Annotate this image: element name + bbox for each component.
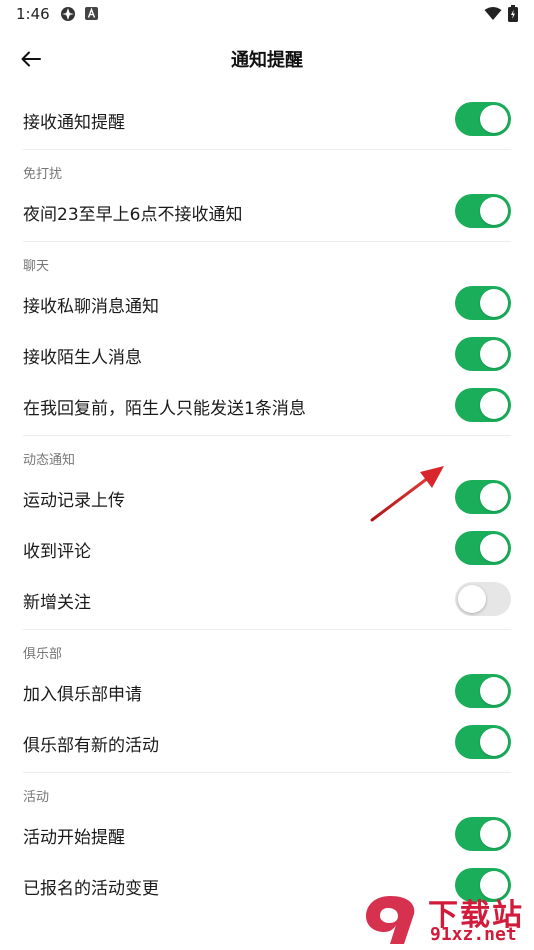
setting-row: 接收通知提醒 xyxy=(0,94,534,145)
setting-row: 接收私聊消息通知 xyxy=(0,278,534,329)
section-club: 俱乐部 加入俱乐部申请 俱乐部有新的活动 xyxy=(0,630,534,773)
setting-label: 接收通知提醒 xyxy=(23,113,125,133)
section-header: 动态通知 xyxy=(0,436,534,472)
section-header-label: 聊天 xyxy=(23,259,50,274)
section-header-label: 免打扰 xyxy=(23,167,63,182)
a-badge-icon xyxy=(85,7,98,20)
app-header: 通知提醒 xyxy=(0,34,534,84)
toggle-switch[interactable] xyxy=(455,725,511,759)
toggle-switch[interactable] xyxy=(455,531,511,565)
section-notifications: 接收通知提醒 xyxy=(0,94,534,150)
toggle-switch[interactable] xyxy=(455,582,511,616)
watermark-domain: 91xz.net xyxy=(430,924,517,945)
section-header: 俱乐部 xyxy=(0,630,534,666)
app-icon xyxy=(61,7,75,21)
status-bar: 1:46 xyxy=(0,0,534,30)
toggle-knob xyxy=(480,289,508,317)
toggle-knob xyxy=(480,197,508,225)
toggle-knob xyxy=(480,677,508,705)
setting-row: 夜间23至早上6点不接收通知 xyxy=(0,186,534,237)
toggle-switch[interactable] xyxy=(455,480,511,514)
setting-row: 俱乐部有新的活动 xyxy=(0,717,534,768)
battery-icon xyxy=(508,5,518,22)
section-header-label: 俱乐部 xyxy=(23,647,63,662)
setting-label: 已报名的活动变更 xyxy=(23,879,159,899)
setting-label: 加入俱乐部申请 xyxy=(23,685,142,705)
setting-row: 新增关注 xyxy=(0,574,534,625)
section-chat: 聊天 接收私聊消息通知 接收陌生人消息 在我回复前，陌生人只能发送1条消息 xyxy=(0,242,534,436)
toggle-knob xyxy=(480,391,508,419)
setting-label: 在我回复前，陌生人只能发送1条消息 xyxy=(23,399,306,419)
setting-label: 新增关注 xyxy=(23,593,91,613)
toggle-knob xyxy=(480,340,508,368)
toggle-switch[interactable] xyxy=(455,102,511,136)
toggle-knob xyxy=(480,534,508,562)
section-activity-notifications: 动态通知 运动记录上传 收到评论 新增关注 xyxy=(0,436,534,630)
setting-row: 收到评论 xyxy=(0,523,534,574)
setting-label: 接收私聊消息通知 xyxy=(23,297,159,317)
setting-row: 接收陌生人消息 xyxy=(0,329,534,380)
toggle-knob xyxy=(480,483,508,511)
setting-label: 收到评论 xyxy=(23,542,91,562)
setting-row: 在我回复前，陌生人只能发送1条消息 xyxy=(0,380,534,431)
setting-label: 运动记录上传 xyxy=(23,491,125,511)
toggle-knob xyxy=(458,585,486,613)
section-do-not-disturb: 免打扰 夜间23至早上6点不接收通知 xyxy=(0,150,534,242)
section-header-label: 活动 xyxy=(23,790,50,805)
toggle-switch[interactable] xyxy=(455,194,511,228)
setting-label: 活动开始提醒 xyxy=(23,828,125,848)
toggle-knob xyxy=(480,728,508,756)
setting-row: 加入俱乐部申请 xyxy=(0,666,534,717)
setting-row: 运动记录上传 xyxy=(0,472,534,523)
setting-label: 俱乐部有新的活动 xyxy=(23,736,159,756)
watermark: 下载站 91xz.net xyxy=(360,890,534,950)
toggle-switch[interactable] xyxy=(455,388,511,422)
settings-list: 接收通知提醒 免打扰 夜间23至早上6点不接收通知 聊天 接收私聊消息通知 接收… xyxy=(0,94,534,911)
toggle-knob xyxy=(480,820,508,848)
toggle-knob xyxy=(480,105,508,133)
section-header: 活动 xyxy=(0,773,534,809)
toggle-switch[interactable] xyxy=(455,337,511,371)
setting-label: 接收陌生人消息 xyxy=(23,348,142,368)
watermark-logo-icon xyxy=(366,896,415,944)
status-time: 1:46 xyxy=(16,5,50,23)
setting-row: 活动开始提醒 xyxy=(0,809,534,860)
wifi-icon xyxy=(484,7,502,20)
toggle-switch[interactable] xyxy=(455,286,511,320)
setting-label: 夜间23至早上6点不接收通知 xyxy=(23,205,243,225)
section-header-label: 动态通知 xyxy=(23,453,76,468)
section-header: 聊天 xyxy=(0,242,534,278)
page-title: 通知提醒 xyxy=(231,50,303,71)
section-header: 免打扰 xyxy=(0,150,534,186)
toggle-switch[interactable] xyxy=(455,817,511,851)
toggle-switch[interactable] xyxy=(455,674,511,708)
